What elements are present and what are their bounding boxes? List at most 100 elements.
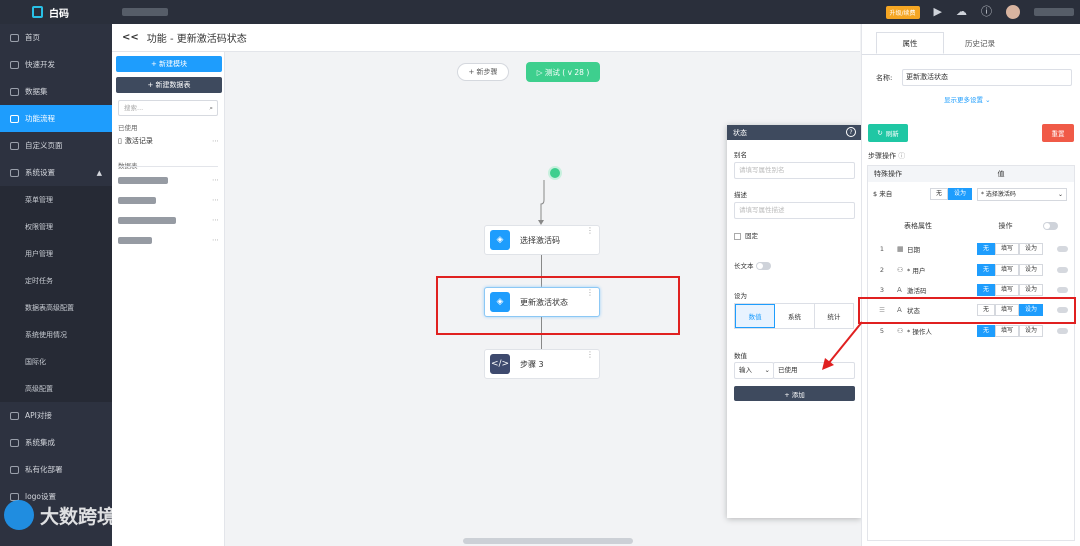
search-icon[interactable]: ⌕ [209, 101, 213, 115]
set-button[interactable]: 设为 [1019, 264, 1044, 276]
chevron-down-icon: ⌄ [764, 366, 770, 374]
none-button[interactable]: 无 [977, 325, 996, 337]
sidebar-item-flow[interactable]: 功能流程 [0, 105, 112, 132]
select-code-dropdown[interactable]: * 选择激活码 ⌄ [977, 188, 1067, 201]
none-button[interactable]: 无 [977, 284, 996, 296]
set-button[interactable]: 设为 [1019, 284, 1044, 296]
refresh-button[interactable]: ↻ 刷新 [868, 124, 908, 142]
alias-input[interactable]: 请填写属性别名 [734, 162, 855, 179]
cloud-icon[interactable]: ☁ [956, 4, 967, 20]
flow-node-step-3[interactable]: </> 步骤 3 ⋮ [484, 349, 600, 379]
sidebar-item-settings[interactable]: 系统设置 ▲ [0, 159, 112, 186]
module-search-input[interactable]: 搜索... ⌕ [118, 100, 218, 116]
fill-button[interactable]: 填写 [995, 264, 1020, 276]
tab-divider [862, 54, 1080, 55]
start-node[interactable] [548, 166, 562, 180]
sidebar: 首页 快速开发 数据集 功能流程 自定义页面 系统设置 ▲ 菜单管理 权限管理 用… [0, 24, 112, 546]
list-item[interactable]: ⋯ [118, 196, 220, 204]
info-icon[interactable]: ⓘ [981, 4, 992, 20]
row-toggle[interactable] [1057, 328, 1069, 334]
api-icon [10, 411, 19, 420]
user-icon: ⚇ [897, 266, 904, 274]
tab-history[interactable]: 历史记录 [946, 32, 1014, 54]
used-item[interactable]: ▯ 激活记录 ⋯ [118, 136, 220, 146]
fill-button[interactable]: 填写 [995, 243, 1020, 255]
step-ops-label: 步骤操作 ⓘ [868, 152, 906, 160]
row-toggle[interactable] [1057, 287, 1069, 293]
tab-properties[interactable]: 属性 [876, 32, 944, 54]
sidebar-subitem[interactable]: 数据表高级配置 [0, 294, 112, 321]
attr-table-header: 表格属性 操作 [868, 218, 1074, 234]
sidebar-subitem[interactable]: 用户管理 [0, 240, 112, 267]
sidebar-item-api[interactable]: API对接 [0, 402, 112, 429]
name-input[interactable]: 更新激活状态 [902, 69, 1072, 86]
avatar[interactable] [1006, 5, 1020, 19]
app-name: 白码 [49, 8, 69, 20]
sidebar-item-custom-page[interactable]: 自定义页面 [0, 132, 112, 159]
none-button[interactable]: 无 [930, 188, 949, 200]
highlight-box [858, 297, 1076, 324]
play-icon[interactable]: ▶ [934, 4, 942, 20]
table-row: 2 ⚇ * 用户 无填写 设为 [867, 260, 1075, 280]
toggle-switch[interactable] [755, 262, 771, 270]
sidebar-subitem[interactable]: 菜单管理 [0, 186, 112, 213]
row-toggle[interactable] [1057, 267, 1069, 273]
set-button[interactable]: 设为 [948, 188, 973, 200]
add-value-button[interactable]: + 添加 [734, 386, 855, 401]
module-panel: + 新建模块 + 新建数据表 搜索... ⌕ 已使用 ▯ 激活记录 ⋯ 数据表 … [112, 52, 225, 546]
sidebar-item-integration[interactable]: 系统集成 [0, 429, 112, 456]
reset-button[interactable]: 重置 [1042, 124, 1074, 142]
sidebar-subitem[interactable]: 定时任务 [0, 267, 112, 294]
help-icon[interactable]: ⓘ [898, 152, 905, 160]
watermark: 大数跨境 [4, 500, 116, 530]
sidebar-subitem[interactable]: 高级配置 [0, 375, 112, 402]
list-item[interactable]: ⋯ [118, 176, 220, 184]
set-button[interactable]: 设为 [1019, 243, 1044, 255]
used-section-label: 已使用 [118, 124, 138, 132]
input-type-select[interactable]: 输入 ⌄ [734, 362, 774, 379]
sidebar-item-home[interactable]: 首页 [0, 24, 112, 51]
sidebar-subitem[interactable]: 系统使用情况 [0, 321, 112, 348]
page-icon [10, 141, 19, 150]
add-step-button[interactable]: + 新步骤 [457, 63, 509, 81]
fill-button[interactable]: 填写 [995, 284, 1020, 296]
desc-input[interactable]: 请填写属性描述 [734, 202, 855, 219]
none-button[interactable]: 无 [977, 264, 996, 276]
flow-node-select-code[interactable]: ◈ 选择激活码 ⋮ [484, 225, 600, 255]
test-button[interactable]: ▷ 测试 ( v 28 ) [526, 62, 600, 82]
toggle-all-switch[interactable] [1043, 222, 1058, 230]
upgrade-button[interactable]: 升级/续费 [885, 5, 920, 19]
horizontal-scrollbar[interactable] [463, 538, 633, 544]
seg-numeric[interactable]: 数值 [735, 304, 776, 328]
checkbox-icon [734, 232, 741, 240]
flow-icon [10, 114, 19, 123]
none-button[interactable]: 无 [977, 243, 996, 255]
new-table-button[interactable]: + 新建数据表 [116, 77, 222, 93]
deploy-icon [10, 465, 19, 474]
start-connector [538, 180, 545, 225]
more-vertical-icon[interactable]: ⋮ [586, 351, 594, 359]
fixed-checkbox[interactable]: 固定 [734, 230, 758, 240]
row-toggle[interactable] [1057, 246, 1069, 252]
sidebar-subitem[interactable]: 权限管理 [0, 213, 112, 240]
text-icon: A [897, 286, 902, 294]
sidebar-item-dataset[interactable]: 数据集 [0, 78, 112, 105]
sidebar-item-deploy[interactable]: 私有化部署 [0, 456, 112, 483]
more-vertical-icon[interactable]: ⋮ [586, 227, 594, 235]
help-icon[interactable]: ? [846, 127, 856, 137]
app-logo[interactable]: 白码 [0, 0, 112, 24]
show-more-link[interactable]: 显示更多设置 ⌄ [944, 94, 991, 104]
long-text-toggle[interactable]: 长文本 [734, 260, 771, 270]
sidebar-subitem[interactable]: 国际化 [0, 348, 112, 375]
list-item[interactable]: ⋯ [118, 236, 220, 244]
more-icon[interactable]: ⋯ [212, 137, 220, 145]
seg-system[interactable]: 系统 [775, 304, 815, 328]
fill-button[interactable]: 填写 [995, 325, 1020, 337]
list-item[interactable]: ⋯ [118, 216, 220, 224]
sidebar-item-quick-dev[interactable]: 快速开发 [0, 51, 112, 78]
back-button[interactable]: << [122, 32, 139, 43]
new-module-button[interactable]: + 新建模块 [116, 56, 222, 72]
chevron-down-icon: ⌄ [1057, 191, 1063, 198]
set-to-label: 设为 [734, 292, 747, 300]
set-button[interactable]: 设为 [1019, 325, 1044, 337]
